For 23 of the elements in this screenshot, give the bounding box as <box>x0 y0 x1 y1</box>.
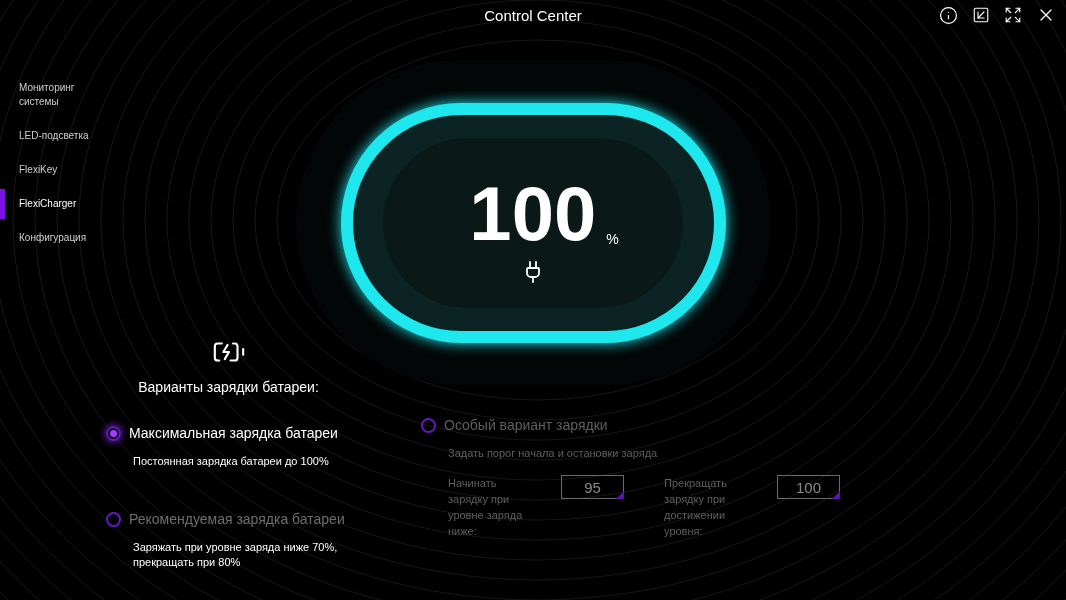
window-title: Control Center <box>484 6 582 26</box>
option-label[interactable]: Рекомендуемая зарядка батареи <box>129 509 345 530</box>
restore-icon[interactable] <box>972 6 990 24</box>
option-description: Задать порог начала и остановки заряда <box>448 446 659 461</box>
corner-mark-icon <box>832 491 840 499</box>
sidebar-item[interactable]: Конфигурация <box>0 230 100 246</box>
battery-percentage: 100 <box>469 175 597 252</box>
sidebar-item[interactable]: LED-подсветка <box>0 128 100 144</box>
option-description: Постоянная зарядка батареи до 100% <box>133 454 330 469</box>
corner-mark-icon <box>616 491 624 499</box>
section-heading: Варианты зарядки батареи: <box>138 378 319 397</box>
sidebar-item[interactable]: FlexiCharger <box>0 189 100 219</box>
sidebar-item[interactable]: FlexiKey <box>0 162 100 178</box>
sidebar-item[interactable]: Мониторинг системы <box>0 80 100 110</box>
fullscreen-icon[interactable] <box>1004 6 1022 24</box>
info-icon[interactable] <box>939 5 958 25</box>
option-description: Заряжать при уровне заряда ниже 70%, прекращать при 80% <box>133 540 339 570</box>
percent-unit: % <box>606 229 619 249</box>
radio-button[interactable] <box>106 512 121 527</box>
radio-button[interactable] <box>106 426 121 441</box>
field-label: Начинать зарядку при уровне заряда ниже: <box>448 476 524 539</box>
option-label[interactable]: Максимальная зарядка батареи <box>129 423 338 444</box>
field-label: Прекращать зарядку при достижении уровня: <box>664 476 728 539</box>
